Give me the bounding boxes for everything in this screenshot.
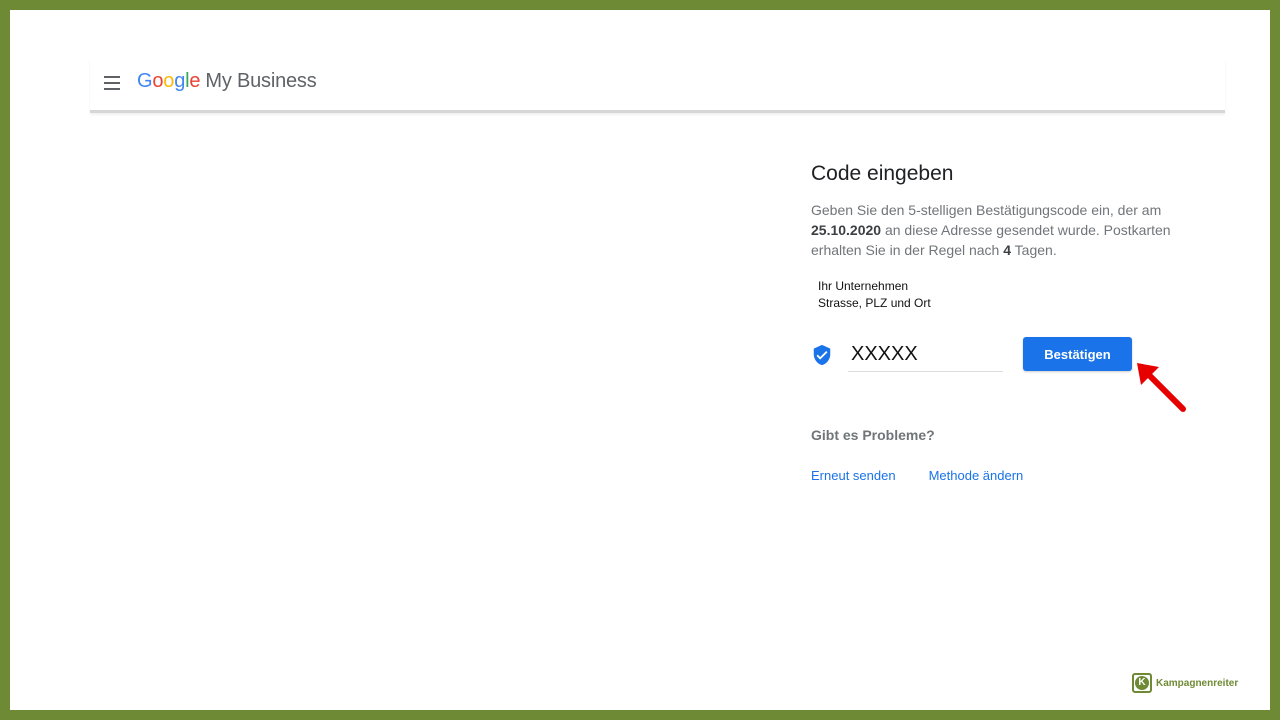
confirm-button[interactable]: Bestätigen [1023,337,1132,371]
help-links: Erneut senden Methode ändern [811,468,1211,483]
kampagnenreiter-watermark: K Kampagnenreiter [1132,672,1238,694]
verification-description: Geben Sie den 5-stelligen Bestätigungsco… [811,202,1171,258]
verification-code-input[interactable] [848,337,1003,372]
google-my-business-logo[interactable]: Google My Business [137,70,317,93]
page-frame: Google My Business Code eingeben Geben Si… [10,10,1270,710]
business-name: Ihr Unternehmen [818,279,909,293]
sent-date: 25.10.2020 [811,222,882,238]
delivery-days: 4 [1003,242,1012,258]
resend-link[interactable]: Erneut senden [811,468,896,483]
change-method-link[interactable]: Methode ändern [929,468,1024,483]
verification-panel: Code eingeben Geben Sie den 5-stelligen … [811,160,1211,483]
kampagnenreiter-logo-icon: K [1132,673,1152,693]
hamburger-menu-icon[interactable] [104,76,120,90]
verified-shield-icon [813,344,831,366]
watermark-brand: Kampagnenreiter [1156,677,1239,689]
product-name: My Business [205,70,317,92]
google-wordmark: Google [137,70,201,92]
problems-heading: Gibt es Probleme? [811,427,935,443]
business-street: Strasse, PLZ und Ort [818,296,931,310]
code-entry-row: Bestätigen [811,337,1211,412]
page-title: Code eingeben [811,162,954,185]
business-address: Ihr Unternehmen Strasse, PLZ und Ort [818,278,1211,312]
app-header: Google My Business [90,58,1225,113]
red-pointer-arrow-icon [1137,363,1186,412]
